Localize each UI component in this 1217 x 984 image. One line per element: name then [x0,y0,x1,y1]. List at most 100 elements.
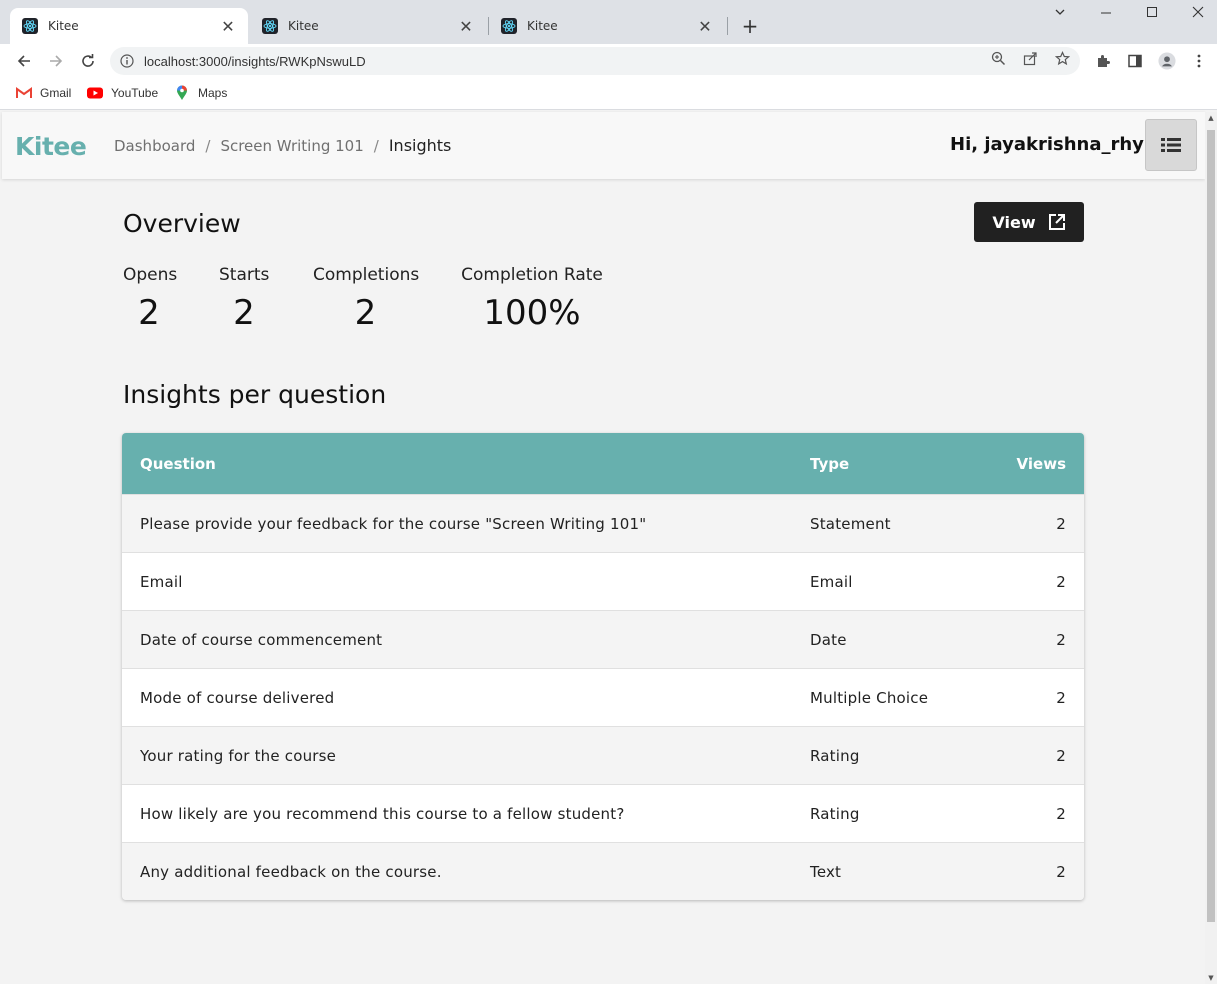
chevron-down-icon[interactable] [1050,6,1070,22]
profile-avatar-icon[interactable] [1158,52,1176,70]
stat-label: Opens [123,265,178,285]
zoom-icon[interactable] [990,50,1006,66]
question-cell: Please provide your feedback for the cou… [140,514,647,533]
scroll-up-icon[interactable]: ▲ [1207,114,1215,122]
type-cell: Rating [810,804,860,823]
stat-label: Completion Rate [461,265,603,285]
user-greeting: Hi, jayakrishna_rhy [950,134,1144,155]
type-cell: Email [810,572,853,591]
table-row: Mode of course delivered Multiple Choice… [122,668,1084,726]
stat-value: 2 [138,293,160,333]
views-cell: 2 [1056,804,1066,823]
bookmark-maps[interactable]: Maps [174,85,227,101]
stat-value: 2 [233,293,255,333]
bookmark-label: YouTube [111,86,159,100]
breadcrumb-course[interactable]: Screen Writing 101 [220,137,363,155]
breadcrumb-current: Insights [388,136,452,155]
stat-value: 2 [354,293,377,333]
question-cell: Email [140,572,183,591]
tab-title: Kitee [527,19,558,33]
view-button[interactable]: View [974,202,1084,242]
stat-completions: Completions 2 [313,265,419,333]
list-icon [1161,137,1181,153]
app-header: Kitee Dashboard / Screen Writing 101 / I… [2,112,1205,179]
bookmark-label: Gmail [40,86,72,100]
views-cell: 2 [1056,746,1066,765]
bookmark-gmail[interactable]: Gmail [16,85,71,101]
react-icon [501,18,517,34]
browser-tab-2[interactable]: Kitee ✕ [250,8,486,44]
forward-arrow-icon[interactable] [45,50,67,72]
scroll-thumb[interactable] [1207,130,1215,922]
column-header-question: Question [140,454,216,473]
insights-table: Question Type Views Please provide your … [122,433,1084,900]
menu-button[interactable] [1145,119,1197,171]
views-cell: 2 [1056,514,1066,533]
breadcrumb: Dashboard / Screen Writing 101 / Insight… [114,136,451,155]
table-row: Date of course commencement Date 2 [122,610,1084,668]
close-icon[interactable]: ✕ [697,17,713,36]
new-tab-icon[interactable]: + [740,14,760,38]
breadcrumb-dashboard[interactable]: Dashboard [114,137,195,155]
table-row: How likely are you recommend this course… [122,784,1084,842]
page-scrollbar[interactable]: ▲ ▼ [1205,112,1217,984]
views-cell: 2 [1056,572,1066,591]
back-arrow-icon[interactable] [13,50,35,72]
maximize-icon[interactable] [1142,6,1162,22]
views-cell: 2 [1056,862,1066,881]
share-icon[interactable] [1022,50,1038,66]
browser-tabstrip: Kitee ✕ Kitee ✕ Kitee ✕ + [0,0,1217,44]
type-cell: Rating [810,746,860,765]
browser-toolbar: localhost:3000/insights/RWKpNswuLD [0,44,1217,78]
close-icon[interactable]: ✕ [458,17,474,36]
views-cell: 2 [1056,630,1066,649]
side-panel-icon[interactable] [1126,52,1144,70]
browser-tab-3[interactable]: Kitee ✕ [489,8,725,44]
info-icon[interactable] [120,54,134,68]
browser-tab-1[interactable]: Kitee ✕ [10,8,248,44]
column-header-type: Type [810,454,850,473]
type-cell: Date [810,630,847,649]
type-cell: Statement [810,514,891,533]
window-close-icon[interactable] [1188,6,1208,22]
breadcrumb-separator: / [205,136,211,155]
gmail-icon [16,85,32,101]
extensions-icon[interactable] [1094,52,1112,70]
overview-title: Overview [123,209,241,238]
maps-icon [174,85,190,101]
column-header-views: Views [1016,454,1066,473]
views-cell: 2 [1056,688,1066,707]
url-text: localhost:3000/insights/RWKpNswuLD [144,53,366,69]
bookmarks-bar: Gmail YouTube Maps [0,78,1217,110]
table-header: Question Type Views [122,433,1084,494]
tab-title: Kitee [288,19,319,33]
type-cell: Multiple Choice [810,688,929,707]
scroll-down-icon[interactable]: ▼ [1207,974,1215,982]
bookmark-youtube[interactable]: YouTube [87,85,158,101]
question-cell: Date of course commencement [140,630,383,649]
close-icon[interactable]: ✕ [220,17,236,36]
reload-icon[interactable] [77,50,99,72]
address-bar[interactable]: localhost:3000/insights/RWKpNswuLD [110,47,1080,75]
more-vert-icon[interactable] [1190,52,1208,70]
react-icon [22,18,38,34]
tab-title: Kitee [48,19,79,33]
star-icon[interactable] [1054,50,1070,66]
stat-opens: Opens 2 [123,265,178,333]
question-cell: Mode of course delivered [140,688,335,707]
insights-title: Insights per question [123,380,387,409]
kitee-logo[interactable]: Kitee [15,132,87,161]
breadcrumb-separator: / [373,136,379,155]
youtube-icon [87,85,103,101]
react-icon [262,18,278,34]
bookmark-label: Maps [198,86,228,100]
question-cell: Any additional feedback on the course. [140,862,442,881]
table-row: Your rating for the course Rating 2 [122,726,1084,784]
tab-divider [727,17,728,35]
stat-completion-rate: Completion Rate 100% [461,265,603,333]
table-row: Please provide your feedback for the cou… [122,494,1084,552]
stat-starts: Starts 2 [219,265,269,333]
table-row: Email Email 2 [122,552,1084,610]
type-cell: Text [810,862,842,881]
minimize-icon[interactable] [1096,6,1116,22]
